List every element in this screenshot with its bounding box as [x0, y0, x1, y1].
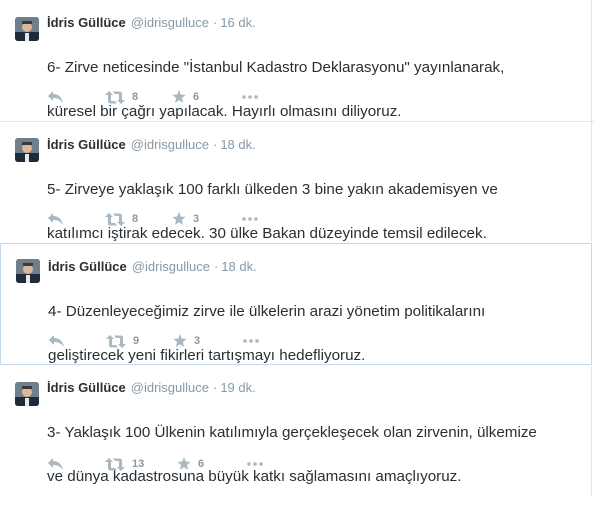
- retweet-button[interactable]: 13: [105, 455, 144, 473]
- retweet-button[interactable]: 8: [105, 210, 138, 228]
- avatar[interactable]: [16, 259, 40, 283]
- tweet-item[interactable]: İdris Güllüce @idrisgulluce · 18 dk. 4- Düz…: [0, 243, 592, 365]
- tweet-timestamp[interactable]: 18 dk.: [220, 137, 255, 152]
- reply-icon: [49, 335, 64, 347]
- avatar[interactable]: [15, 17, 39, 41]
- favorite-button[interactable]: 6: [172, 88, 199, 106]
- favorite-count: 3: [194, 335, 201, 347]
- tweet-actions: 8 3: [47, 210, 347, 230]
- more-button[interactable]: [243, 332, 259, 350]
- retweet-icon: [106, 334, 126, 348]
- avatar[interactable]: [15, 138, 39, 162]
- tweet-text-line: 5- Zirveye yaklaşık 100 farklı ülkeden 3…: [47, 181, 498, 198]
- retweet-icon: [105, 457, 125, 471]
- more-icon: [242, 95, 258, 99]
- retweet-count: 8: [132, 91, 139, 103]
- star-icon: [172, 90, 186, 103]
- more-icon: [247, 462, 263, 466]
- tweet-actions: 13 6: [47, 455, 347, 475]
- more-button[interactable]: [242, 88, 258, 106]
- retweet-count: 8: [132, 213, 139, 225]
- separator-dot: ·: [212, 15, 218, 30]
- reply-button[interactable]: [47, 210, 64, 228]
- reply-button[interactable]: [48, 332, 65, 350]
- user-fullname[interactable]: İdris Güllüce: [47, 137, 126, 152]
- reply-button[interactable]: [47, 88, 64, 106]
- tweet-timestamp[interactable]: 19 dk.: [220, 380, 255, 395]
- tweet-item[interactable]: İdris Güllüce @idrisgulluce · 16 dk. 6- Zir…: [0, 0, 592, 121]
- user-handle[interactable]: @idrisgulluce: [132, 259, 210, 274]
- tweet-header: İdris Güllüce @idrisgulluce · 16 dk.: [47, 15, 256, 31]
- reply-button[interactable]: [47, 455, 64, 473]
- tweet-header: İdris Güllüce @idrisgulluce · 19 dk.: [47, 380, 256, 396]
- retweet-icon: [105, 90, 125, 104]
- separator-dot: ·: [212, 380, 218, 395]
- star-icon: [177, 457, 191, 470]
- user-handle[interactable]: @idrisgulluce: [131, 380, 209, 395]
- star-icon: [173, 334, 187, 347]
- favorite-count: 3: [193, 213, 200, 225]
- favorite-count: 6: [198, 458, 205, 470]
- user-fullname[interactable]: İdris Güllüce: [47, 15, 126, 30]
- favorite-count: 6: [193, 91, 200, 103]
- tweet-actions: 9 3: [48, 332, 348, 352]
- tweet-text-line: 6- Zirve neticesinde "İstanbul Kadastro …: [47, 59, 505, 76]
- favorite-button[interactable]: 3: [173, 332, 200, 350]
- tweet-text-line: 4- Düzenleyeceğimiz zirve ile ülkelerin …: [48, 303, 486, 320]
- star-icon: [172, 212, 186, 225]
- separator-dot: ·: [213, 259, 219, 274]
- reply-icon: [48, 91, 63, 103]
- favorite-button[interactable]: 3: [172, 210, 199, 228]
- retweet-button[interactable]: 9: [106, 332, 139, 350]
- retweet-count: 13: [132, 458, 145, 470]
- reply-icon: [48, 458, 63, 470]
- user-handle[interactable]: @idrisgulluce: [131, 137, 209, 152]
- favorite-button[interactable]: 6: [177, 455, 204, 473]
- retweet-icon: [105, 212, 125, 226]
- more-button[interactable]: [242, 210, 258, 228]
- tweet-header: İdris Güllüce @idrisgulluce · 18 dk.: [47, 137, 256, 153]
- retweet-button[interactable]: 8: [105, 88, 138, 106]
- avatar[interactable]: [15, 382, 39, 406]
- user-fullname[interactable]: İdris Güllüce: [48, 259, 127, 274]
- tweet-item[interactable]: İdris Güllüce @idrisgulluce · 19 dk. 3- Yak…: [0, 366, 592, 496]
- more-icon: [243, 339, 259, 343]
- retweet-count: 9: [133, 335, 140, 347]
- tweet-text-line: 3- Yaklaşık 100 Ülkenin katılımıyla gerç…: [47, 424, 537, 441]
- tweet-timestamp[interactable]: 16 dk.: [220, 15, 255, 30]
- user-handle[interactable]: @idrisgulluce: [131, 15, 209, 30]
- tweet-timeline: İdris Güllüce @idrisgulluce · 16 dk. 6- Zir…: [0, 0, 594, 496]
- more-icon: [242, 217, 258, 221]
- tweet-header: İdris Güllüce @idrisgulluce · 18 dk.: [48, 259, 257, 275]
- tweet-timestamp[interactable]: 18 dk.: [221, 259, 256, 274]
- separator-dot: ·: [212, 137, 218, 152]
- tweet-actions: 8 6: [47, 88, 347, 108]
- tweet-item[interactable]: İdris Güllüce @idrisgulluce · 18 dk. 5- Zir…: [0, 122, 592, 242]
- more-button[interactable]: [247, 455, 263, 473]
- user-fullname[interactable]: İdris Güllüce: [47, 380, 126, 395]
- reply-icon: [48, 213, 63, 225]
